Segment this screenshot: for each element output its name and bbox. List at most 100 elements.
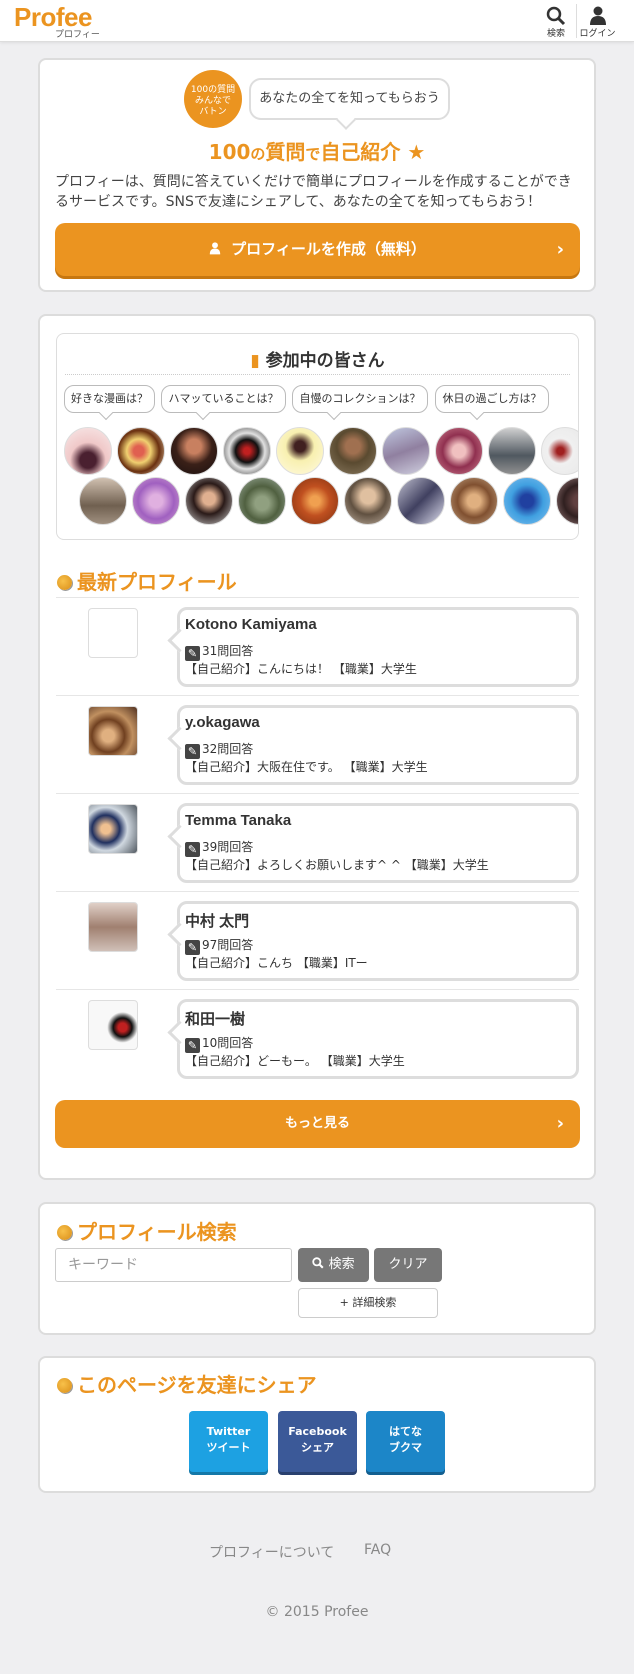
profile-bubble[interactable]: y.okagawa ✎ 32問回答 【自己紹介】大阪在住です。 【職業】大学生 (177, 705, 579, 785)
create-profile-button[interactable]: プロフィールを作成（無料） › (55, 223, 580, 276)
twitter-share-button[interactable]: Twitter ツイート (189, 1411, 268, 1472)
profile-intro: 【自己紹介】大阪在住です。 【職業】大学生 (185, 760, 428, 774)
site-header: Profee プロフィー 検索 ログイン (0, 0, 634, 42)
profile-answer-count-text: 39問回答 (202, 840, 254, 854)
profile-row[interactable]: 和田一樹 ✎ 10問回答 【自己紹介】どーもー。 【職業】大学生 (56, 989, 579, 1087)
participant-avatar[interactable] (503, 477, 551, 525)
question-bubble[interactable]: ハマッていることは？ (161, 385, 286, 413)
participant-avatar[interactable] (329, 427, 377, 475)
copyright: © 2015 Profee (265, 1604, 369, 1620)
title-particle-no: の (250, 145, 266, 163)
header-search-label: 検索 (546, 29, 565, 39)
participants-title-text: 参加中の皆さん (265, 351, 385, 371)
profile-name[interactable]: 和田一樹 (185, 1008, 576, 1030)
orange-dot-icon (57, 1378, 72, 1393)
participant-avatar[interactable] (185, 477, 233, 525)
profile-bubble[interactable]: Temma Tanaka ✎ 39問回答 【自己紹介】よろしくお願いします^ ^ … (177, 803, 579, 883)
profile-thumbnail[interactable] (88, 902, 138, 952)
profile-answer-count: ✎ 31問回答 (185, 642, 576, 661)
profile-row[interactable]: 中村 太門 ✎ 97問回答 【自己紹介】こんち 【職業】ITー (56, 891, 579, 989)
orange-dot-icon (57, 1225, 72, 1240)
about-link[interactable]: プロフィーについて (209, 1542, 334, 1562)
profile-thumbnail[interactable] (88, 706, 138, 756)
faq-link[interactable]: FAQ (364, 1542, 391, 1558)
participant-avatar[interactable] (170, 427, 218, 475)
profile-name[interactable]: y.okagawa (185, 714, 576, 736)
orange-dot-icon (57, 575, 72, 590)
profile-thumbnail[interactable] (88, 608, 138, 658)
profile-intro: 【自己紹介】よろしくお願いします^ ^ 【職業】大学生 (185, 858, 489, 872)
participant-avatar[interactable] (132, 477, 180, 525)
more-button[interactable]: もっと見る › (55, 1100, 580, 1148)
profile-name[interactable]: Temma Tanaka (185, 812, 576, 834)
title-number: 100 (208, 140, 251, 164)
participant-avatar[interactable] (435, 427, 483, 475)
profile-answer-count-text: 32問回答 (202, 742, 254, 756)
profile-bubble[interactable]: 和田一樹 ✎ 10問回答 【自己紹介】どーもー。 【職業】大学生 (177, 999, 579, 1079)
participant-avatar[interactable] (117, 427, 165, 475)
profile-intro: 【自己紹介】こんにちは！ 【職業】大学生 (185, 662, 417, 676)
participant-avatar[interactable] (556, 477, 578, 525)
question-bubble[interactable]: 自慢のコレクションは？ (292, 385, 428, 413)
clear-button[interactable]: クリア (374, 1248, 442, 1282)
profile-intro: 【自己紹介】どーもー。 【職業】大学生 (185, 1054, 405, 1068)
participant-avatar[interactable] (450, 477, 498, 525)
participant-avatar[interactable] (344, 477, 392, 525)
badge-line-2: みんなで (194, 96, 231, 106)
pencil-icon: ✎ (185, 1038, 200, 1053)
profile-answer-count: ✎ 10問回答 (185, 1034, 576, 1053)
participant-avatar[interactable] (64, 427, 112, 475)
search-icon (546, 6, 566, 26)
question-bubble[interactable]: 休日の過ごし方は？ (435, 385, 549, 413)
detail-search-button[interactable]: + 詳細検索 (298, 1288, 438, 1318)
profile-row[interactable]: Temma Tanaka ✎ 39問回答 【自己紹介】よろしくお願いします^ ^ … (56, 793, 579, 891)
badge-line-1: 100の質問 (190, 85, 236, 95)
user-icon (589, 6, 606, 25)
profile-thumbnail[interactable] (88, 1000, 138, 1050)
search-button[interactable]: 検索 (298, 1248, 369, 1282)
star-icon: ★ (407, 140, 426, 164)
question-bubble[interactable]: 好きな漫画は？ (64, 385, 155, 413)
profile-thumbnail[interactable] (88, 804, 138, 854)
facebook-share-button[interactable]: Facebook シェア (278, 1411, 357, 1472)
profile-answer-count-text: 31問回答 (202, 644, 254, 658)
profile-name[interactable]: Kotono Kamiyama (185, 616, 576, 638)
chevron-right-icon: › (556, 1113, 564, 1134)
participant-avatar[interactable] (238, 477, 286, 525)
profile-answer-count: ✎ 97問回答 (185, 936, 576, 955)
header-search-button[interactable]: 検索 (536, 4, 576, 39)
profile-answer-count-text: 10問回答 (202, 1036, 254, 1050)
twitter-sublabel: ツイート (206, 1441, 251, 1454)
latest-profiles-heading: 最新プロフィール (57, 566, 237, 595)
profile-row[interactable]: y.okagawa ✎ 32問回答 【自己紹介】大阪在住です。 【職業】大学生 (56, 695, 579, 793)
profile-bubble[interactable]: 中村 太門 ✎ 97問回答 【自己紹介】こんち 【職業】ITー (177, 901, 579, 981)
facebook-label: Facebook (288, 1425, 347, 1438)
participant-avatar[interactable] (488, 427, 536, 475)
title-intro: 自己紹介 (320, 140, 401, 164)
participants-box: ▮ 参加中の皆さん 好きな漫画は？ ハマッていることは？ 自慢のコレクションは？… (56, 333, 579, 540)
participant-avatar[interactable] (79, 477, 127, 525)
profile-name[interactable]: 中村 太門 (185, 910, 576, 932)
header-login-button[interactable]: ログイン (576, 4, 618, 39)
participant-avatar[interactable] (382, 427, 430, 475)
site-logo-subtitle: プロフィー (55, 30, 100, 40)
participant-avatar[interactable] (541, 427, 578, 475)
profile-row[interactable]: Kotono Kamiyama ✎ 31問回答 【自己紹介】こんにちは！ 【職業】… (56, 597, 579, 695)
hero-speech-bubble: あなたの全てを知ってもらおう (249, 78, 450, 120)
header-login-label: ログイン (579, 29, 616, 39)
title-question: 質問 (265, 140, 306, 164)
search-button-label: 検索 (328, 1257, 355, 1272)
profile-bubble[interactable]: Kotono Kamiyama ✎ 31問回答 【自己紹介】こんにちは！ 【職業】… (177, 607, 579, 687)
profile-answer-count: ✎ 39問回答 (185, 838, 576, 857)
participant-avatar[interactable] (397, 477, 445, 525)
keyword-input[interactable]: キーワード (55, 1248, 292, 1282)
pencil-icon: ✎ (185, 940, 200, 955)
participant-avatar[interactable] (223, 427, 271, 475)
create-profile-label: プロフィールを作成（無料） (231, 240, 426, 258)
hatena-share-button[interactable]: はてな ブクマ (366, 1411, 445, 1472)
badge-line-3: バトン (199, 107, 227, 117)
participant-avatar[interactable] (291, 477, 339, 525)
chevron-right-icon: › (556, 239, 564, 260)
user-icon (209, 242, 221, 255)
participant-avatar[interactable] (276, 427, 324, 475)
